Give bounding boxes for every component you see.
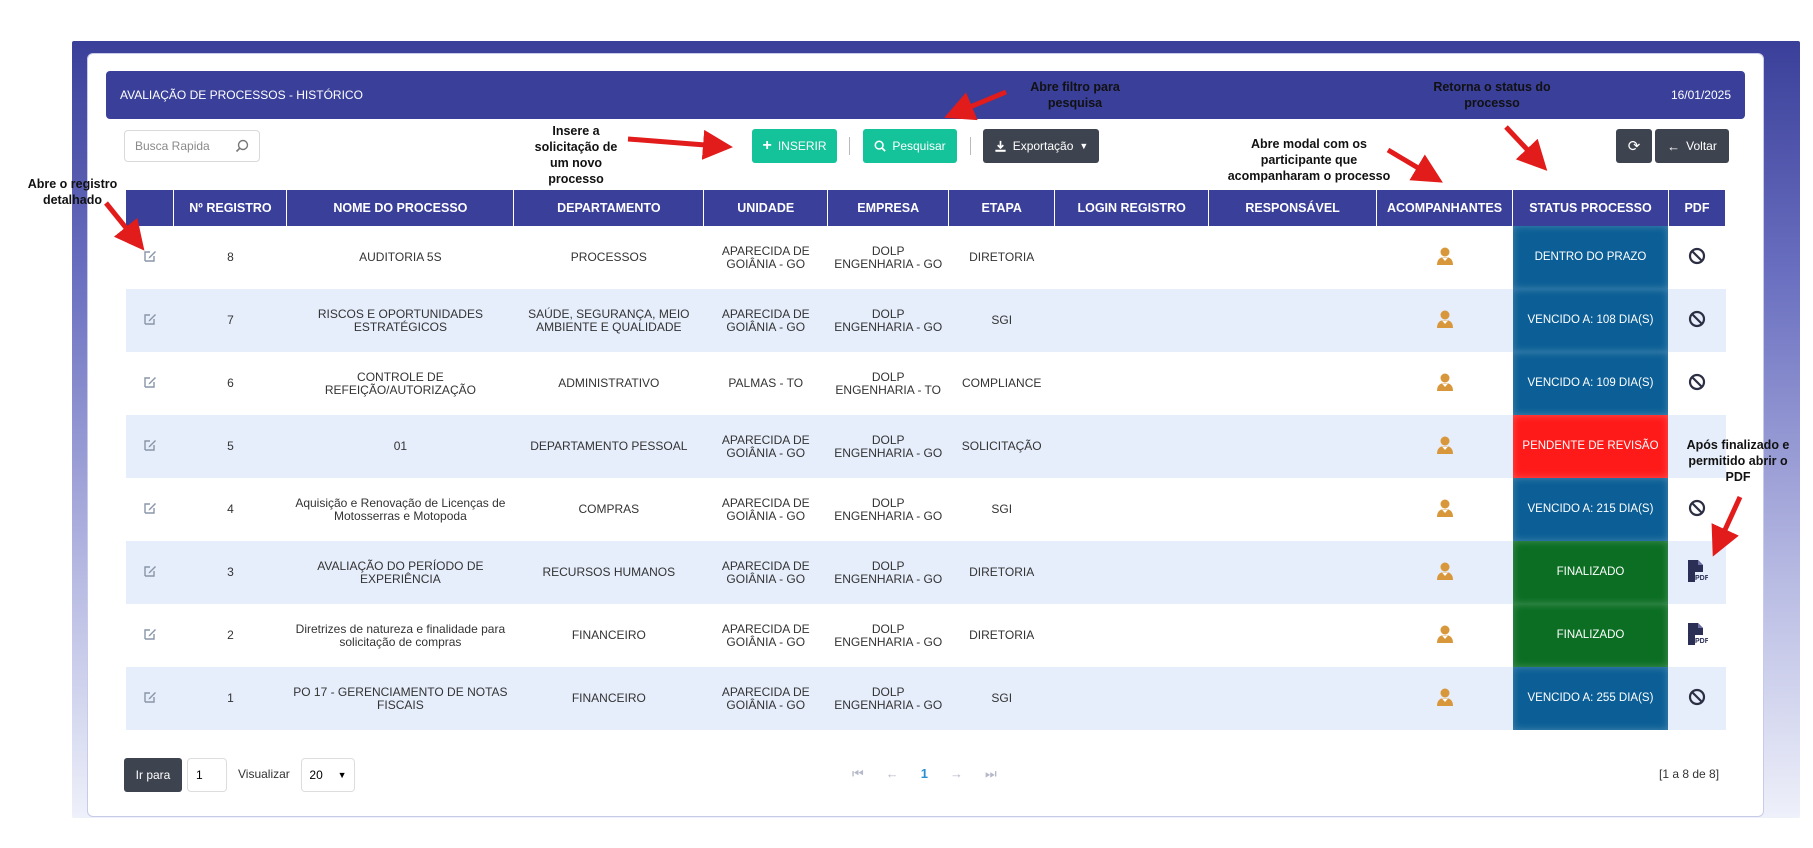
arrow-open-record: [104, 201, 145, 251]
arrow-status: [1504, 125, 1548, 171]
arrow-insert: [627, 129, 733, 160]
annotation-arrows: [104, 89, 1743, 557]
arrow-pdf: [1711, 495, 1743, 557]
arrow-companions: [1386, 147, 1443, 183]
arrow-filter: [944, 89, 1007, 121]
